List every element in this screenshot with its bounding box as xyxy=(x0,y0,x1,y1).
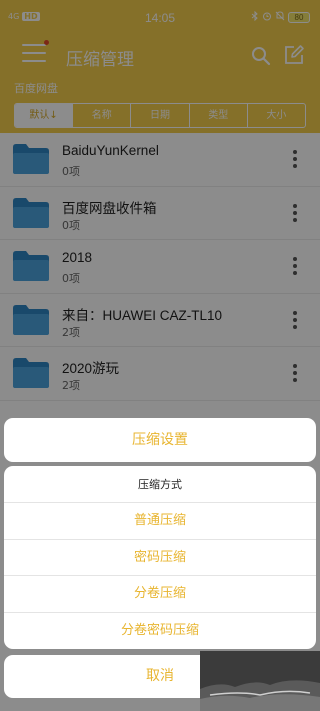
sheet-subtitle: 压缩方式 xyxy=(4,466,316,503)
option-split-compress[interactable]: 分卷压缩 xyxy=(4,576,316,613)
thumbnail-preview xyxy=(200,651,320,711)
option-normal-compress[interactable]: 普通压缩 xyxy=(4,503,316,540)
option-password-compress[interactable]: 密码压缩 xyxy=(4,540,316,576)
option-split-password-compress[interactable]: 分卷密码压缩 xyxy=(4,613,316,650)
sheet-title: 压缩设置 xyxy=(4,418,316,462)
compression-options: 压缩方式 普通压缩 密码压缩 分卷压缩 分卷密码压缩 xyxy=(4,466,316,649)
